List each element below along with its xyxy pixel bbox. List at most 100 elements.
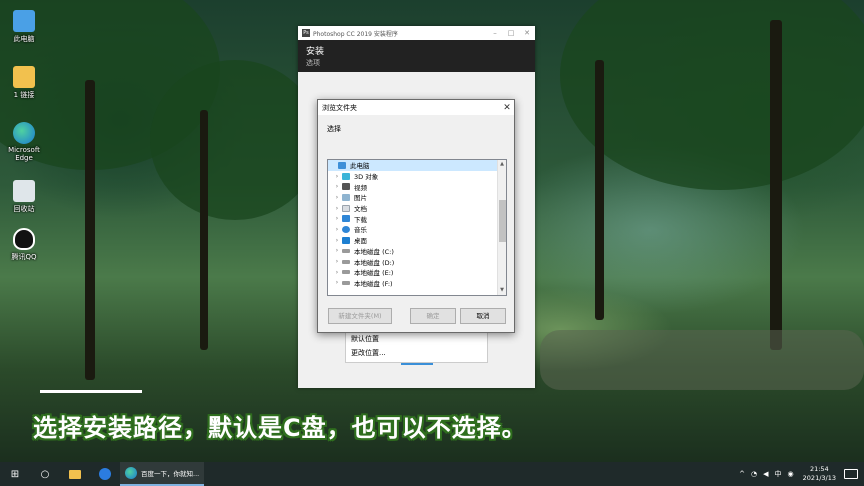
- system-tray: ^ ◔ ◀ 中 ◉ 21:54 2021/3/13: [736, 462, 864, 486]
- sogou-browser-icon[interactable]: [90, 462, 120, 486]
- tree-item-label: 本地磁盘 (D:): [354, 258, 395, 267]
- tray-chevron-icon[interactable]: ^: [739, 470, 745, 478]
- expand-arrow-icon[interactable]: ›: [332, 269, 342, 276]
- tree-item-drive-d[interactable]: › 本地磁盘 (D:): [328, 256, 506, 267]
- antivirus-icon[interactable]: ◉: [788, 470, 794, 478]
- tree-item-label: 音乐: [354, 226, 367, 235]
- desktop-icon-edge[interactable]: Microsoft Edge: [4, 122, 44, 162]
- computer-icon: [13, 10, 35, 32]
- scroll-down-icon[interactable]: ▼: [498, 286, 506, 295]
- tree-item-downloads[interactable]: › 下载: [328, 213, 506, 224]
- tree-item-label: 图片: [354, 194, 367, 203]
- folder-tree[interactable]: 此电脑 › 3D 对象 › 视频 › 图片 › 文档 › 下载 › 音乐 › 桌…: [327, 159, 507, 296]
- expand-arrow-icon[interactable]: ›: [332, 258, 342, 265]
- wallpaper-tree-trunk: [200, 110, 208, 350]
- menu-item-change-location[interactable]: 更改位置...: [346, 346, 487, 360]
- file-explorer-icon[interactable]: [60, 462, 90, 486]
- documents-folder-icon: [342, 204, 350, 212]
- drive-icon: [342, 248, 350, 253]
- search-icon[interactable]: ○: [30, 462, 60, 486]
- ime-indicator[interactable]: 中: [775, 469, 782, 479]
- expand-arrow-icon[interactable]: ›: [332, 247, 342, 254]
- network-icon[interactable]: ◔: [751, 470, 757, 478]
- menu-item-default-location[interactable]: 默认位置: [346, 332, 487, 346]
- desktop-icon-qq[interactable]: 腾讯QQ: [4, 228, 44, 262]
- tree-item-drive-c[interactable]: › 本地磁盘 (C:): [328, 246, 506, 257]
- tree-item-this-pc[interactable]: 此电脑: [328, 160, 506, 171]
- expand-arrow-icon[interactable]: ›: [332, 226, 342, 233]
- tree-item-label: 本地磁盘 (E:): [354, 269, 394, 278]
- tree-item-drive-e[interactable]: › 本地磁盘 (E:): [328, 267, 506, 278]
- maximize-icon[interactable]: □: [503, 29, 519, 37]
- cancel-button[interactable]: 取消: [460, 308, 506, 324]
- scrollbar-thumb[interactable]: [499, 200, 506, 242]
- tree-item-drive-f[interactable]: › 本地磁盘 (F:): [328, 278, 506, 289]
- tree-item-label: 桌面: [354, 237, 367, 246]
- start-button[interactable]: ⊞: [0, 462, 30, 486]
- drive-icon: [342, 280, 350, 285]
- installer-titlebar: Ps Photoshop CC 2019 安装程序 – □ ✕: [298, 26, 535, 40]
- 3d-objects-icon: [342, 172, 350, 180]
- expand-arrow-icon[interactable]: ›: [332, 215, 342, 222]
- tree-item-label: 下载: [354, 215, 367, 224]
- pictures-folder-icon: [342, 193, 350, 201]
- installer-header-subtitle: 选项: [306, 59, 320, 67]
- expand-arrow-icon[interactable]: ›: [332, 279, 342, 286]
- music-folder-icon: [342, 225, 350, 233]
- expand-arrow-icon[interactable]: ›: [332, 237, 342, 244]
- wallpaper-foliage: [560, 0, 864, 190]
- desktop-icon-recycle-bin[interactable]: 回收站: [4, 180, 44, 214]
- new-folder-button[interactable]: 新建文件夹(M): [328, 308, 392, 324]
- desktop-icon-link[interactable]: 1 链接: [4, 66, 44, 100]
- tree-item-music[interactable]: › 音乐: [328, 224, 506, 235]
- edge-icon: [13, 122, 35, 144]
- expand-arrow-icon[interactable]: ›: [332, 183, 342, 190]
- expand-arrow-icon[interactable]: ›: [332, 173, 342, 180]
- qq-penguin-icon: [13, 228, 35, 250]
- volume-icon[interactable]: ◀: [763, 470, 768, 478]
- tree-item-3d-objects[interactable]: › 3D 对象: [328, 171, 506, 182]
- tree-item-label: 3D 对象: [354, 173, 379, 182]
- tree-item-videos[interactable]: › 视频: [328, 181, 506, 192]
- folder-icon: [13, 66, 35, 88]
- close-icon[interactable]: ✕: [519, 29, 535, 37]
- tree-item-label: 文档: [354, 205, 367, 214]
- dialog-title: 浏览文件夹: [322, 103, 357, 112]
- tree-item-pictures[interactable]: › 图片: [328, 192, 506, 203]
- clock-date: 2021/3/13: [802, 474, 836, 482]
- tree-item-label: 此电脑: [350, 162, 370, 171]
- clock[interactable]: 21:54 2021/3/13: [803, 465, 836, 483]
- tutorial-caption: 选择安装路径，默认是C盘，也可以不选择。: [33, 414, 527, 442]
- ok-button[interactable]: 确定: [410, 308, 456, 324]
- download-folder-icon: [342, 215, 350, 223]
- wallpaper-tree-trunk: [595, 60, 604, 320]
- desktop-icon-label: 1 链接: [13, 91, 35, 99]
- folder-icon: [69, 469, 81, 479]
- desktop-icon-label: 回收站: [13, 205, 35, 213]
- tree-item-documents[interactable]: › 文档: [328, 203, 506, 214]
- tree-scrollbar[interactable]: ▲ ▼: [497, 160, 506, 295]
- taskbar-app-label: 百度一下，你就知...: [141, 470, 200, 478]
- tree-item-label: 视频: [354, 183, 367, 192]
- minimize-icon[interactable]: –: [487, 29, 503, 37]
- wallpaper-stone-wall: [540, 330, 864, 390]
- computer-icon: [338, 161, 346, 169]
- browser-logo-icon: [99, 468, 111, 480]
- expand-arrow-icon[interactable]: ›: [332, 205, 342, 212]
- installer-header-title: 安装: [306, 47, 325, 57]
- edge-icon: [125, 467, 137, 479]
- expand-arrow-icon[interactable]: ›: [332, 194, 342, 201]
- wallpaper-foliage: [150, 60, 320, 220]
- desktop-icon-label: 此电脑: [13, 35, 35, 43]
- desktop-icon-this-pc[interactable]: 此电脑: [4, 10, 44, 44]
- dialog-close-icon[interactable]: ✕: [500, 103, 514, 113]
- dialog-titlebar: 浏览文件夹 ✕: [318, 100, 514, 115]
- taskbar-app-edge[interactable]: 百度一下，你就知...: [120, 462, 205, 486]
- browse-folder-dialog: 浏览文件夹 ✕ 选择 此电脑 › 3D 对象 › 视频 › 图片 › 文档 › …: [317, 99, 515, 333]
- installer-title: Photoshop CC 2019 安装程序: [313, 30, 398, 38]
- caption-underline: [40, 390, 142, 393]
- tree-item-desktop[interactable]: › 桌面: [328, 235, 506, 246]
- scroll-up-icon[interactable]: ▲: [498, 160, 506, 169]
- desktop-folder-icon: [342, 236, 350, 244]
- notification-icon[interactable]: [844, 469, 858, 479]
